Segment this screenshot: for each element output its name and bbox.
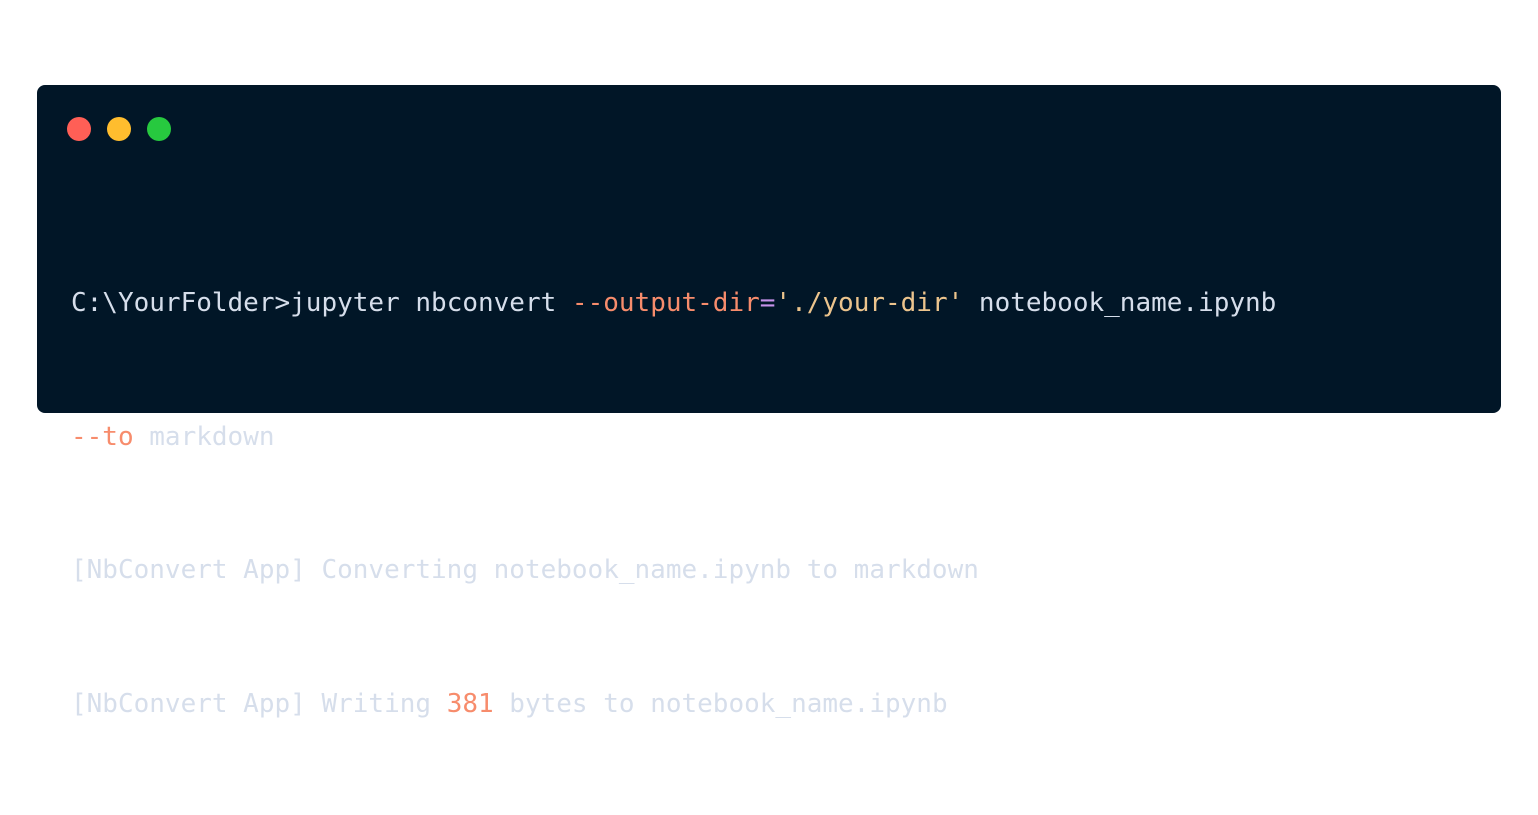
command-line-1: C:\YourFolder>jupyter nbconvert --output… (71, 281, 1481, 326)
output-prefix: [NbConvert App] Writing (71, 688, 447, 719)
string-arg: './your-dir' (775, 288, 964, 318)
filename-arg: notebook_name.ipynb (963, 288, 1277, 318)
output-text: [NbConvert App] Converting notebook_name… (71, 555, 979, 585)
output-suffix: bytes to notebook_name.ipynb (493, 688, 948, 719)
flag-to: --to (71, 421, 134, 452)
output-line-1: [NbConvert App] Converting notebook_name… (71, 548, 1481, 593)
command-line-2: --to markdown (71, 415, 1481, 460)
terminal-window: C:\YourFolder>jupyter nbconvert --output… (37, 85, 1501, 719)
terminal-output: C:\YourFolder>jupyter nbconvert --output… (71, 192, 1481, 815)
equals-operator: = (759, 288, 776, 318)
output-line-2: [NbConvert App] Writing 381 bytes to not… (71, 682, 1481, 727)
minimize-dot-icon[interactable] (107, 117, 131, 141)
command: jupyter nbconvert (290, 288, 572, 318)
byte-count: 381 (446, 688, 494, 719)
format-arg: markdown (133, 421, 275, 452)
flag-output-dir: --output-dir (571, 288, 760, 318)
maximize-dot-icon[interactable] (147, 117, 171, 141)
close-dot-icon[interactable] (67, 117, 91, 141)
window-controls (67, 117, 171, 141)
prompt: C:\YourFolder> (71, 288, 291, 318)
